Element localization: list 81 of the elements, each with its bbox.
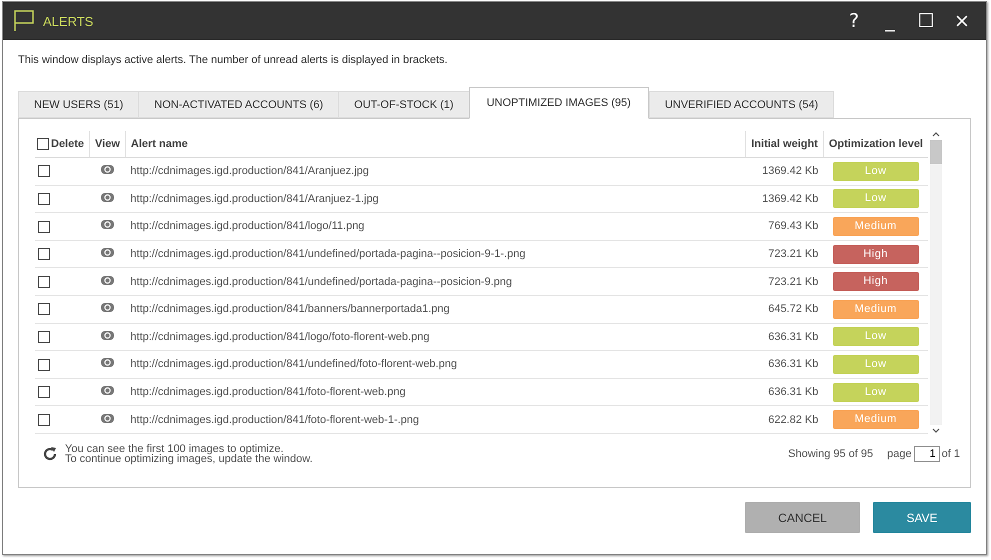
table-cell: http://cdnimages.igd.production/841/logo/foto-florent-web.png [125,323,746,351]
notice-text: You can see the first 100 images to optimize. [65,444,284,454]
eye-icon[interactable] [100,248,114,258]
row-checkbox[interactable] [38,414,50,426]
table-cell: 1369.42 Kb [746,185,824,213]
level-badge: Medium [832,216,919,236]
window-title: ALERTS [43,14,94,28]
page-label: page [887,448,912,460]
tab[interactable]: UNOPTIMIZED IMAGES (95) [468,87,649,119]
eye-icon[interactable] [100,192,114,202]
tab[interactable]: NON-ACTIVATED ACCOUNTS (6) [138,91,338,118]
eye-icon[interactable] [100,276,114,285]
dialog-button[interactable]: CANCEL [745,502,860,533]
eye-icon[interactable] [100,358,114,368]
row-checkbox[interactable] [38,386,50,398]
table-cell: 723.21 Kb [746,268,824,296]
eye-icon[interactable] [100,220,114,230]
eye-icon[interactable] [100,414,114,423]
row-checkbox[interactable] [38,220,50,233]
table-cell: 1369.42 Kb [746,158,824,186]
tab[interactable]: OUT-OF-STOCK (1) [338,91,469,118]
level-badge: Medium [832,410,919,430]
level-badge: Low [832,327,919,346]
window-control[interactable]: _ [874,10,906,32]
chevron-down-icon[interactable] [932,428,940,434]
table-cell: 622.82 Kb [746,406,824,434]
eye-icon[interactable] [100,330,114,340]
table-cell: http://cdnimages.igd.production/841/foto-florent-web.png [125,378,746,406]
scrollbar-thumb[interactable] [930,140,942,164]
table-cell: 723.21 Kb [746,240,824,268]
row-checkbox[interactable] [38,330,50,343]
eye-icon[interactable] [100,386,114,396]
row-checkbox[interactable] [38,248,50,260]
chevron-up-icon[interactable] [932,131,940,137]
description-text: This window displays active alerts. The number of unread alerts is displayed in brackets. [18,54,449,66]
eye-icon[interactable] [100,165,114,174]
level-badge: Low [832,354,919,374]
eye-icon[interactable] [100,303,114,312]
level-badge: Medium [832,300,919,319]
row-checkbox[interactable] [38,192,50,205]
refresh-icon[interactable] [41,444,59,463]
row-checkbox[interactable] [38,165,50,178]
row-checkbox[interactable] [38,276,50,288]
table-cell: http://cdnimages.igd.production/841/undefined/portada-pagina--posicion-9-1-.png [125,240,746,268]
column-header: View [90,131,126,158]
column-header: Optimization level [823,131,928,158]
table-cell: http://cdnimages.igd.production/841/foto-florent-web-1-.png [125,406,746,434]
column-header: Initial weight [746,131,824,158]
tab[interactable]: UNVERIFIED ACCOUNTS (54) [648,91,834,118]
table-cell: http://cdnimages.igd.production/841/banners/bannerportada1.png [125,295,746,324]
result-count: Showing 95 of 95 [788,448,874,460]
column-header: Alert name [125,131,746,158]
window-control[interactable]: × [946,10,978,32]
table-cell: http://cdnimages.igd.production/841/Aranjuez.jpg [125,158,746,186]
page-input[interactable]: 1 [914,446,940,462]
window-control[interactable]: ? [838,10,870,32]
table-cell: http://cdnimages.igd.production/841/undefined/portada-pagina--posicion-9.png [125,268,746,296]
table-cell: 636.31 Kb [746,378,824,406]
row-checkbox[interactable] [38,358,50,370]
table-cell: 636.31 Kb [746,350,824,378]
table-cell: 769.43 Kb [746,212,824,240]
dialog-button[interactable]: SAVE [873,502,971,533]
level-badge: High [832,272,919,292]
table-cell: 645.72 Kb [746,295,824,324]
row-checkbox[interactable] [38,303,50,316]
level-badge: Low [832,162,919,181]
table-cell: http://cdnimages.igd.production/841/logo/11.png [125,212,746,240]
level-badge: Low [832,189,919,208]
tab[interactable]: NEW USERS (51) [18,91,138,118]
table-cell: http://cdnimages.igd.production/841/Aranjuez-1.jpg [125,185,746,213]
level-badge: High [832,244,919,264]
page-total: of 1 [942,448,960,460]
flag-icon [13,10,35,32]
level-badge: Low [832,382,919,402]
table-cell: http://cdnimages.igd.production/841/undefined/foto-florent-web.png [125,350,746,378]
window-control[interactable]: ☐ [910,10,942,32]
column-header: Delete [51,138,84,150]
select-all-checkbox[interactable] [37,138,49,150]
scrollbar-track[interactable] [930,140,942,425]
table-cell: 636.31 Kb [746,323,824,351]
notice-text: To continue optimizing images, update the window. [65,454,313,464]
